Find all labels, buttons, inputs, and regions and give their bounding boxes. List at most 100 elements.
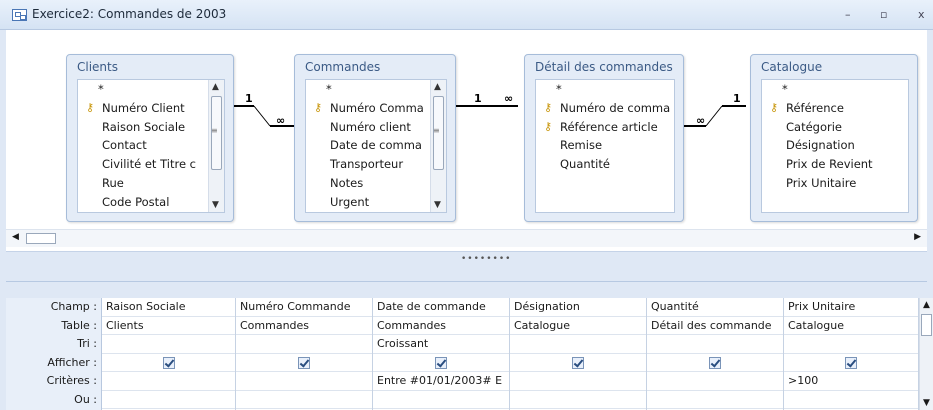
scroll-up-icon[interactable]: ▲ — [434, 82, 441, 92]
scroll-down-icon[interactable]: ▼ — [212, 200, 219, 210]
cell-ou[interactable] — [236, 391, 372, 409]
key-icon: ⚷ — [770, 100, 779, 114]
field-list-scrollbar[interactable]: ▲ ≡ ▼ — [208, 80, 224, 212]
field-item[interactable]: Civilité et Titre c — [78, 155, 224, 174]
field-all[interactable]: * — [536, 80, 674, 99]
cell-ou[interactable] — [510, 391, 646, 409]
cell-table[interactable]: Clients — [102, 317, 235, 335]
field-item[interactable]: Catégorie — [762, 118, 908, 137]
key-icon: ⚷ — [544, 119, 553, 133]
field-list-scrollbar[interactable]: ▲ ≡ ▼ — [430, 80, 446, 212]
cell-criteres[interactable]: >100 — [784, 372, 918, 391]
grid-column-raison-sociale[interactable]: Raison Sociale Clients — [102, 298, 236, 410]
scroll-thumb[interactable] — [26, 233, 56, 244]
grid-column-numero-commande[interactable]: Numéro Commande Commandes — [236, 298, 373, 410]
field-item[interactable]: Date de comma — [306, 136, 446, 155]
field-item[interactable]: Rue — [78, 174, 224, 193]
field-item[interactable]: Code Postal — [78, 193, 224, 212]
cell-afficher[interactable] — [647, 354, 783, 372]
field-item[interactable]: Transporteur — [306, 155, 446, 174]
field-item[interactable]: Désignation — [762, 136, 908, 155]
cell-criteres[interactable] — [647, 372, 783, 391]
scroll-left-icon[interactable]: ◀ — [12, 232, 19, 242]
cell-afficher[interactable] — [373, 354, 509, 372]
relations-horizontal-scrollbar[interactable]: ◀ ▶ — [6, 229, 927, 247]
field-item[interactable]: ⚷ Numéro Client — [78, 99, 224, 118]
grid-column-designation[interactable]: Désignation Catalogue — [510, 298, 647, 410]
cell-afficher[interactable] — [102, 354, 235, 372]
field-all[interactable]: * — [78, 80, 224, 99]
field-item[interactable]: ⚷ Référence — [762, 99, 908, 118]
cell-champ[interactable]: Quantité — [647, 298, 783, 317]
cell-champ[interactable]: Désignation — [510, 298, 646, 317]
show-checkbox[interactable] — [162, 356, 175, 369]
field-item[interactable]: Urgent — [306, 193, 446, 212]
scroll-down-icon[interactable]: ▼ — [434, 200, 441, 210]
restore-button[interactable]: ▫ — [880, 8, 887, 21]
field-item[interactable]: ⚷ Numéro de comma — [536, 99, 674, 118]
grid-column-date-commande[interactable]: Date de commande Commandes Croissant Ent… — [373, 298, 510, 410]
table-commandes[interactable]: Commandes * ⚷ Numéro Comma Numéro client … — [294, 54, 456, 222]
field-item[interactable]: Remise — [536, 136, 674, 155]
cell-tri[interactable] — [102, 335, 235, 354]
cell-tri[interactable]: Croissant — [373, 335, 509, 354]
field-item[interactable]: Raison Sociale — [78, 118, 224, 137]
field-item[interactable]: ⚷ Numéro Comma — [306, 99, 446, 118]
table-clients[interactable]: Clients * ⚷ Numéro Client Raison Sociale … — [66, 54, 234, 222]
field-item[interactable]: Quantité — [536, 155, 674, 174]
cell-table[interactable]: Commandes — [236, 317, 372, 335]
cell-champ[interactable]: Raison Sociale — [102, 298, 235, 317]
table-detail-commandes[interactable]: Détail des commandes * ⚷ Numéro de comma … — [524, 54, 684, 222]
scroll-down-icon[interactable]: ▼ — [923, 398, 930, 408]
grid-column-quantite[interactable]: Quantité Détail des commande — [647, 298, 784, 410]
minimize-button[interactable]: – — [845, 8, 851, 21]
cell-criteres[interactable] — [236, 372, 372, 391]
show-checkbox[interactable] — [709, 356, 721, 369]
cell-ou[interactable] — [784, 391, 918, 409]
field-item[interactable]: Prix Unitaire — [762, 174, 908, 193]
pane-splitter[interactable]: •••••••• — [6, 252, 927, 282]
grid-vertical-scrollbar[interactable]: ▲ ▼ — [919, 298, 933, 410]
rel-one-label: 1 — [474, 92, 482, 105]
cell-table[interactable]: Commandes — [373, 317, 509, 335]
cell-afficher[interactable] — [510, 354, 646, 372]
cell-table[interactable]: Catalogue — [510, 317, 646, 335]
cell-afficher[interactable] — [784, 354, 918, 372]
splitter-grip-icon: •••••••• — [461, 254, 512, 264]
cell-afficher[interactable] — [236, 354, 372, 372]
scroll-up-icon[interactable]: ▲ — [923, 300, 930, 310]
table-catalogue[interactable]: Catalogue * ⚷ Référence Catégorie Désigna… — [750, 54, 918, 222]
field-item[interactable]: Prix de Revient — [762, 155, 908, 174]
field-item[interactable]: ⚷ Référence article — [536, 118, 674, 137]
cell-table[interactable]: Détail des commande — [647, 317, 783, 335]
cell-criteres[interactable] — [102, 372, 235, 391]
cell-criteres[interactable]: Entre #01/01/2003# E — [373, 372, 509, 391]
close-button[interactable]: x — [918, 8, 925, 21]
cell-tri[interactable] — [236, 335, 372, 354]
cell-tri[interactable] — [510, 335, 646, 354]
table-title: Clients — [77, 60, 118, 74]
cell-tri[interactable] — [647, 335, 783, 354]
show-checkbox[interactable] — [572, 356, 584, 369]
scroll-thumb[interactable] — [921, 314, 932, 336]
cell-table[interactable]: Catalogue — [784, 317, 918, 335]
cell-criteres[interactable] — [510, 372, 646, 391]
scroll-up-icon[interactable]: ▲ — [212, 82, 219, 92]
show-checkbox[interactable] — [298, 356, 310, 369]
cell-tri[interactable] — [784, 335, 918, 354]
field-all[interactable]: * — [762, 80, 908, 99]
show-checkbox[interactable] — [845, 356, 857, 369]
cell-ou[interactable] — [373, 391, 509, 409]
cell-champ[interactable]: Prix Unitaire — [784, 298, 918, 317]
field-all[interactable]: * — [306, 80, 446, 99]
cell-ou[interactable] — [647, 391, 783, 409]
show-checkbox[interactable] — [435, 356, 447, 369]
cell-champ[interactable]: Numéro Commande — [236, 298, 372, 317]
field-item[interactable]: Notes — [306, 174, 446, 193]
grid-column-prix-unitaire[interactable]: Prix Unitaire Catalogue >100 — [784, 298, 919, 410]
cell-ou[interactable] — [102, 391, 235, 409]
scroll-right-icon[interactable]: ▶ — [914, 232, 921, 242]
cell-champ[interactable]: Date de commande — [373, 298, 509, 317]
field-item[interactable]: Contact — [78, 136, 224, 155]
field-item[interactable]: Numéro client — [306, 118, 446, 137]
